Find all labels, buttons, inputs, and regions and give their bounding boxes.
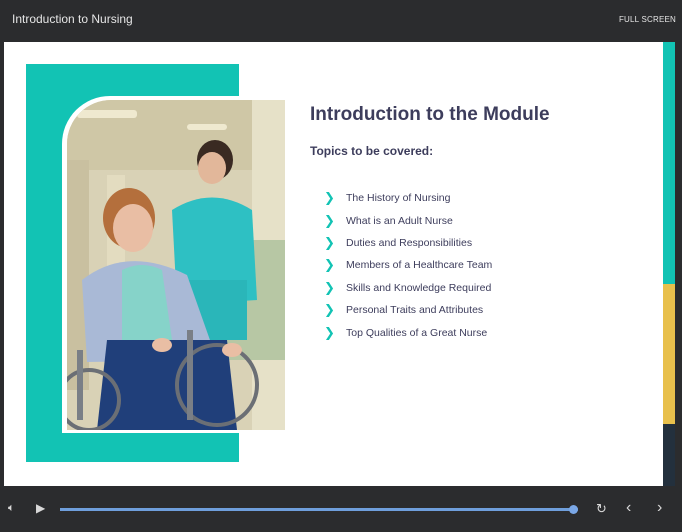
- topics-list: ❯ The History of Nursing ❯ What is an Ad…: [324, 187, 492, 344]
- chevron-left-icon[interactable]: ‹: [626, 499, 631, 517]
- chevron-right-icon: ❯: [324, 234, 335, 250]
- chevron-right-icon: ❯: [324, 302, 335, 318]
- chevron-right-icon: ❯: [324, 190, 335, 206]
- fullscreen-button[interactable]: FULL SCREEN: [619, 15, 676, 24]
- list-item: ❯ Members of a Healthcare Team: [324, 254, 492, 276]
- player-top-bar: Introduction to Nursing FULL SCREEN: [0, 0, 682, 42]
- progress-bar[interactable]: [60, 505, 578, 514]
- right-accent-dark: [663, 424, 675, 486]
- chevron-right-icon: ❯: [324, 324, 335, 340]
- topic-label: Skills and Knowledge Required: [346, 281, 492, 294]
- topic-label: Members of a Healthcare Team: [346, 259, 493, 272]
- play-icon[interactable]: ▶: [36, 501, 45, 515]
- list-item: ❯ What is an Adult Nurse: [324, 209, 492, 231]
- player-controls: 🔈︎ ▶ ↻ ‹ ›: [0, 486, 682, 532]
- topics-heading: Topics to be covered:: [310, 144, 434, 158]
- topic-label: What is an Adult Nurse: [346, 214, 453, 227]
- list-item: ❯ The History of Nursing: [324, 187, 492, 209]
- chevron-right-icon: ❯: [324, 257, 335, 273]
- list-item: ❯ Top Qualities of a Great Nurse: [324, 321, 492, 343]
- chevron-right-icon: ❯: [324, 279, 335, 295]
- right-accent-yellow: [663, 284, 675, 424]
- topic-label: Top Qualities of a Great Nurse: [346, 326, 488, 339]
- topic-label: The History of Nursing: [346, 192, 451, 205]
- course-title: Introduction to Nursing: [12, 12, 133, 26]
- list-item: ❯ Personal Traits and Attributes: [324, 299, 492, 321]
- topic-label: Duties and Responsibilities: [346, 236, 473, 249]
- slide-stage: Introduction to the Module Topics to be …: [4, 42, 663, 486]
- list-item: ❯ Skills and Knowledge Required: [324, 277, 492, 299]
- speaker-icon[interactable]: 🔈︎: [8, 502, 15, 515]
- nurse-patient-photo: [67, 100, 285, 430]
- replay-icon[interactable]: ↻: [596, 501, 607, 517]
- progress-fill: [60, 508, 573, 511]
- progress-knob[interactable]: [568, 505, 578, 514]
- slide-title: Introduction to the Module: [310, 104, 550, 125]
- list-item: ❯ Duties and Responsibilities: [324, 232, 492, 254]
- topic-label: Personal Traits and Attributes: [346, 304, 484, 317]
- chevron-right-icon[interactable]: ›: [657, 499, 662, 517]
- right-accent-teal: [663, 42, 675, 284]
- chevron-right-icon: ❯: [324, 212, 335, 228]
- photo-illustration: [67, 100, 285, 430]
